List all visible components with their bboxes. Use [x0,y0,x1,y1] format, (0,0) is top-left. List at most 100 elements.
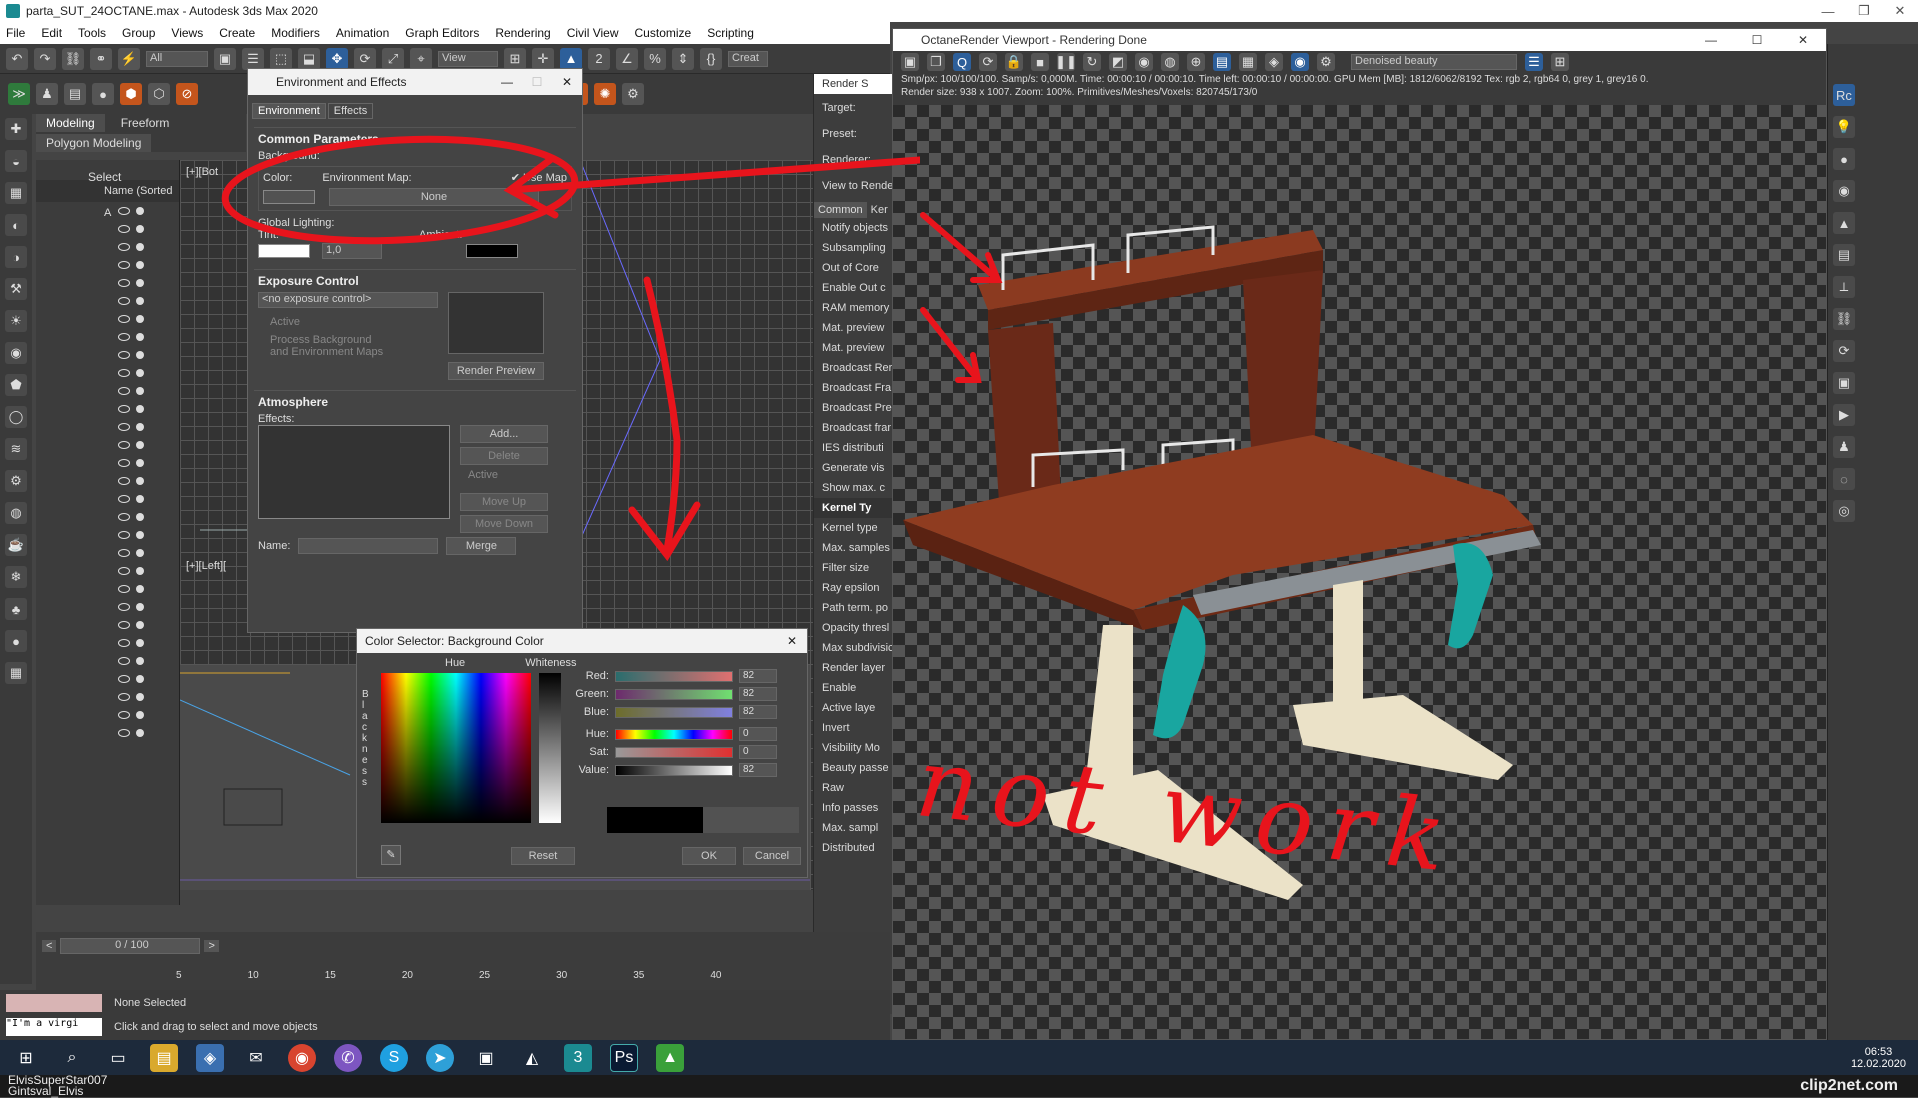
hierarchy-icon[interactable]: ▦ [5,182,27,204]
freeze-icon[interactable] [136,351,144,359]
close-icon[interactable]: ✕ [777,634,807,648]
freeze-icon[interactable] [136,423,144,431]
visibility-icon[interactable] [118,657,130,665]
kernel-item[interactable]: Raw [814,778,893,798]
kernel-item[interactable]: Beauty passe [814,758,893,778]
kernel-item[interactable]: Invert [814,718,893,738]
freeze-icon[interactable] [136,315,144,323]
pause-icon[interactable]: ❚❚ [1055,53,1077,71]
focus-icon[interactable]: ⊕ [1187,53,1205,71]
scene-row[interactable] [36,418,179,436]
display-icon[interactable]: ◑ [5,246,27,268]
visibility-icon[interactable] [118,261,130,269]
freeze-icon[interactable] [136,693,144,701]
photoshop-icon[interactable]: Ps [610,1043,638,1072]
scene-row[interactable] [36,634,179,652]
rotate-icon[interactable]: ⟳ [354,47,376,70]
select-by-name-icon[interactable]: ☰ [242,47,264,70]
material-editor-icon[interactable]: ● [92,83,114,105]
select-menu-label[interactable]: Select [88,170,121,184]
freeze-icon[interactable] [136,369,144,377]
octane-tools-icon[interactable]: ⚙ [622,83,644,105]
menu-graph-editors[interactable]: Graph Editors [405,26,479,40]
clip2net-icon[interactable]: ▲ [656,1043,684,1072]
color-spinner[interactable]: 82 [739,669,777,683]
scene-explorer-icon[interactable]: ≫ [8,83,30,105]
visibility-icon[interactable] [118,387,130,395]
prev-frame-icon[interactable]: < [42,940,57,952]
kernel-item[interactable]: Render layer [814,658,893,678]
reference-coord-dropdown[interactable]: View [438,50,498,67]
clock[interactable]: 06:53 12.02.2020 [1851,1046,1918,1070]
rendered-frame-icon[interactable]: ⬡ [148,83,170,105]
placement-icon[interactable]: ⌖ [410,47,432,70]
color-spinner[interactable]: 0 [739,745,777,759]
window-crossing-icon[interactable]: ⬓ [298,47,320,70]
visibility-icon[interactable] [118,693,130,701]
visibility-icon[interactable] [118,603,130,611]
tab-freeform[interactable]: Freeform [111,114,180,132]
tab-modeling[interactable]: Modeling [36,114,105,132]
viber-icon[interactable]: ✆ [334,1043,362,1072]
refresh-icon[interactable]: ⟳ [979,53,997,71]
reset-button[interactable]: Reset [511,847,575,865]
visibility-icon[interactable] [118,477,130,485]
picker-icon[interactable]: ◉ [1135,53,1153,71]
lock-icon[interactable]: 🔒 [1005,53,1023,71]
kernel-item[interactable]: Distributed [814,838,893,858]
minimize-icon[interactable]: — [1810,4,1846,19]
scene-row[interactable] [36,256,179,274]
restart-icon[interactable]: ↻ [1083,53,1101,71]
color-spinner[interactable]: 82 [739,763,777,777]
layers-icon[interactable]: ▦ [1239,53,1257,71]
list-view-icon[interactable]: ☰ [1525,53,1543,71]
grid-view-icon[interactable]: ⊞ [1551,53,1569,71]
snaps-toggle-icon[interactable]: 2 [588,47,610,70]
env-dialog-titlebar[interactable]: Environment and Effects — ☐ ✕ [248,69,582,95]
freeze-icon[interactable] [136,261,144,269]
visibility-icon[interactable] [118,531,130,539]
link-icon[interactable]: ⛓ [62,47,84,70]
telegram-icon[interactable]: ➤ [426,1043,454,1072]
visibility-icon[interactable] [118,621,130,629]
scene-row[interactable] [36,652,179,670]
system-icon[interactable]: ⚙ [5,470,27,492]
freeze-icon[interactable] [136,513,144,521]
scene-row[interactable] [36,400,179,418]
move-icon[interactable]: ✥ [326,47,348,70]
color-slider[interactable] [615,746,733,758]
select-object-icon[interactable]: ▣ [214,47,236,70]
freeze-icon[interactable] [136,621,144,629]
scene-row[interactable] [36,598,179,616]
color-spinner[interactable]: 82 [739,687,777,701]
ribbon-subtitle[interactable]: Polygon Modeling [36,134,152,152]
space-warp-icon[interactable]: ≋ [5,438,27,460]
scene-row[interactable] [36,310,179,328]
camera-icon[interactable]: ◉ [1291,53,1309,71]
sphere-icon[interactable]: ● [1833,148,1855,170]
menu-modifiers[interactable]: Modifiers [271,26,320,40]
toggle-ribbon-icon[interactable]: ▤ [64,83,86,105]
freeze-icon[interactable] [136,405,144,413]
freeze-icon[interactable] [136,531,144,539]
cube-icon[interactable]: ▣ [1833,372,1855,394]
freeze-icon[interactable] [136,711,144,719]
freeze-icon[interactable] [136,243,144,251]
grid-icon[interactable]: ▦ [5,662,27,684]
visibility-icon[interactable] [118,567,130,575]
windows-start-icon[interactable]: ⊞ [12,1044,40,1072]
bind-icon[interactable]: ⚡ [118,47,140,70]
selection-filter-dropdown[interactable]: All [146,50,208,67]
menu-tools[interactable]: Tools [78,26,106,40]
visibility-icon[interactable] [118,729,130,737]
visibility-icon[interactable] [118,225,130,233]
freeze-icon[interactable] [136,675,144,683]
sphere-icon[interactable]: ● [5,630,27,652]
kernel-item[interactable]: Enable [814,678,893,698]
pass-dropdown[interactable]: Denoised beauty [1351,54,1517,70]
menu-views[interactable]: Views [171,26,203,40]
pivot-icon[interactable]: ⊞ [504,47,526,70]
named-selection-icon[interactable]: {} [700,47,722,70]
modify-icon[interactable]: ◒ [5,150,27,172]
undo-icon[interactable]: ↶ [6,47,28,70]
